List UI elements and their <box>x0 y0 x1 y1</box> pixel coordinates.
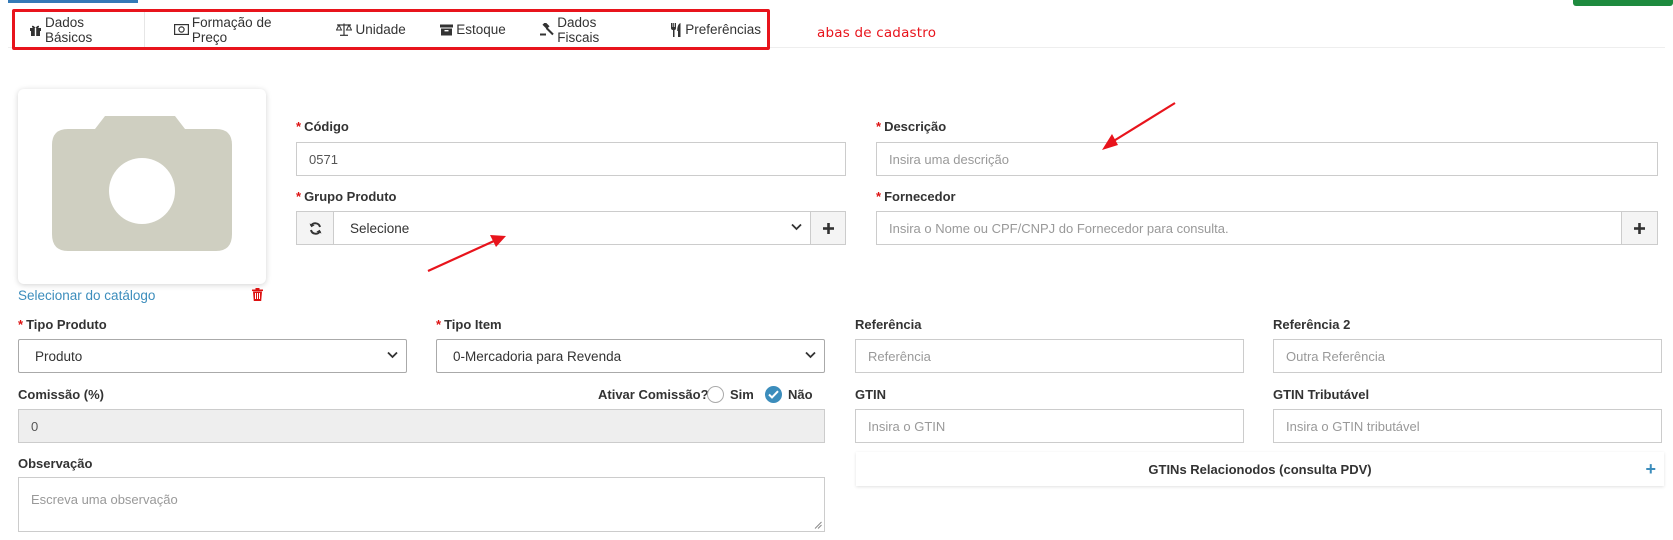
tab-label: Dados Básicos <box>45 14 93 45</box>
money-icon <box>173 24 189 35</box>
plus-icon <box>1634 222 1645 234</box>
referencia-input[interactable]: Referência <box>855 339 1244 373</box>
tab-label: Preferências <box>685 22 762 37</box>
tipo-item-select[interactable]: 0-Mercadoria para Revenda <box>436 339 825 373</box>
arrow-to-grupo <box>427 239 495 273</box>
gift-icon <box>29 24 42 36</box>
tipo-produto-select[interactable]: Produto <box>18 339 407 373</box>
referencia2-label: Referência 2 <box>1273 317 1351 332</box>
add-group-button[interactable] <box>810 211 846 245</box>
plus-icon <box>822 222 834 234</box>
add-gtin-icon[interactable]: + <box>1645 459 1656 480</box>
save-button-edge[interactable] <box>1573 0 1673 6</box>
ativar-comissao-label: Ativar Comissão? <box>598 387 709 402</box>
tipo-produto-label: * Tipo Produto <box>18 317 107 332</box>
gtins-panel-title: GTINs Relacionodos (consulta PDV) <box>1148 461 1372 477</box>
comissao-label: Comissão (%) <box>18 387 104 402</box>
refresh-icon <box>309 221 321 235</box>
chevron-down-icon <box>805 351 816 359</box>
camera-icon <box>52 116 232 251</box>
tab-formacao-preco[interactable]: Formação de Preço <box>168 12 308 47</box>
select-from-catalog-link[interactable]: Selecionar do catálogo <box>18 288 155 303</box>
arrow-to-descricao <box>1111 102 1176 143</box>
gavel-icon <box>540 23 555 36</box>
tab-dados-fiscais[interactable]: Dados Fiscais <box>534 12 641 47</box>
codigo-input[interactable]: 0571 <box>296 142 846 176</box>
tabs-highlight-box: Dados Básicos Formação de Preço Unidade … <box>12 9 770 50</box>
codigo-label: * Código <box>296 119 349 134</box>
tab-estoque[interactable]: Estoque <box>434 12 512 47</box>
fornecedor-label: * Fornecedor <box>876 189 956 204</box>
tab-label: Formação de Preço <box>191 14 272 45</box>
balance-scale-icon <box>336 23 353 36</box>
descricao-input[interactable]: Insira uma descrição <box>876 142 1658 176</box>
tab-label: Unidade <box>355 22 406 37</box>
observacao-textarea[interactable]: Escreva uma observação <box>18 477 825 532</box>
refresh-group-button[interactable] <box>296 211 334 245</box>
tab-label: Dados Fiscais <box>557 14 600 45</box>
product-photo[interactable] <box>18 89 266 284</box>
gtins-relacionados-panel[interactable]: GTINs Relacionodos (consulta PDV) + <box>856 452 1664 486</box>
gtin-input[interactable]: Insira o GTIN <box>855 409 1244 443</box>
annotation-label: abas de cadastro <box>817 25 937 41</box>
comissao-input[interactable]: 0 <box>18 409 825 443</box>
archive-box-icon <box>440 24 454 36</box>
referencia2-input[interactable]: Outra Referência <box>1273 339 1662 373</box>
chevron-down-icon <box>387 351 398 359</box>
chevron-down-icon <box>791 223 802 231</box>
fornecedor-input[interactable]: Insira o Nome ou CPF/CNPJ do Fornecedor … <box>876 211 1622 245</box>
tipo-item-label: * Tipo Item <box>436 317 502 332</box>
grupo-produto-select[interactable]: Selecione <box>333 211 811 245</box>
cutlery-icon <box>670 22 682 37</box>
referencia-label: Referência <box>855 317 922 332</box>
gtin-tributavel-label: GTIN Tributável <box>1273 387 1370 402</box>
grupo-produto-label: * Grupo Produto <box>296 189 397 204</box>
trash-icon[interactable] <box>252 288 263 304</box>
tab-dados-basicos[interactable]: Dados Básicos <box>23 12 146 47</box>
gtin-label: GTIN <box>855 387 887 402</box>
tab-unidade[interactable]: Unidade <box>330 12 411 47</box>
active-tab-indicator <box>8 0 138 3</box>
descricao-label: * Descrição <box>876 119 947 134</box>
add-supplier-button[interactable] <box>1621 211 1658 245</box>
gtin-tributavel-input[interactable]: Insira o GTIN tributável <box>1273 409 1662 443</box>
tab-preferencias[interactable]: Preferências <box>664 12 767 47</box>
check-icon <box>765 386 782 403</box>
comissao-nao-radio[interactable]: Não <box>765 386 813 403</box>
observacao-label: Observação <box>18 456 93 471</box>
resize-handle-icon[interactable] <box>814 521 822 529</box>
tab-label: Estoque <box>456 22 506 37</box>
comissao-sim-radio[interactable]: Sim <box>707 386 754 403</box>
